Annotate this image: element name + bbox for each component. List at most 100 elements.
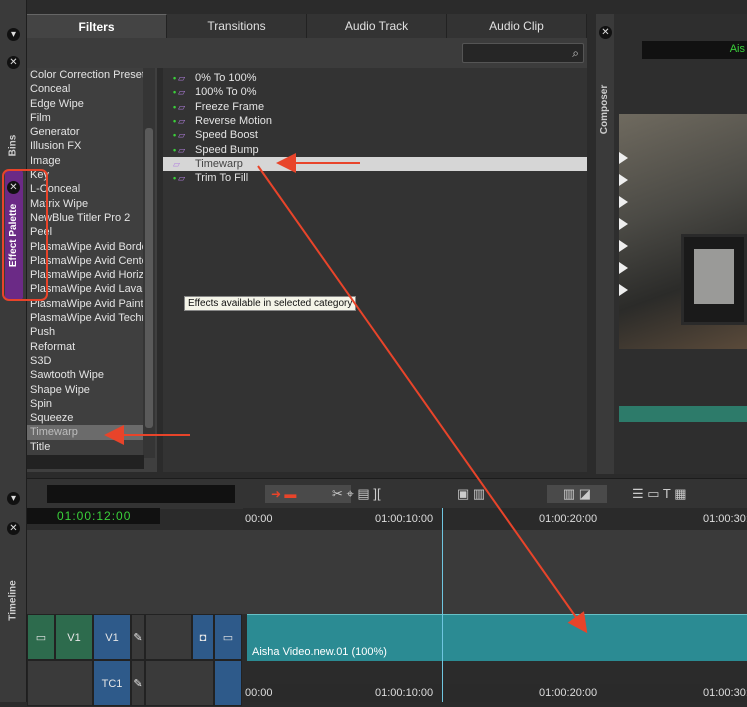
track-spacer: [27, 660, 93, 706]
source-track-v1[interactable]: V1: [55, 614, 93, 660]
ruler-label: 01:00:20:00: [539, 687, 598, 699]
category-scroll-thumb[interactable]: [145, 128, 153, 428]
marker-icon: [619, 218, 628, 230]
category-item[interactable]: Peel: [27, 225, 144, 239]
tab-audio-track[interactable]: Audio Track: [307, 14, 447, 38]
pencil-icon[interactable]: ✎: [131, 614, 145, 660]
category-item[interactable]: Edge Wipe: [27, 97, 144, 111]
pencil-icon[interactable]: ✎: [131, 660, 145, 706]
effect-item[interactable]: • ▱ Speed Boost: [163, 128, 587, 142]
timecode-track-ruler: 00:00 01:00:10:00 01:00:20:00 01:00:30:: [243, 684, 747, 702]
ruler-label: 01:00:20:00: [539, 513, 598, 525]
category-item[interactable]: Conceal: [27, 82, 144, 96]
effect-icon: • ▱: [173, 101, 186, 112]
category-item[interactable]: PlasmaWipe Avid Borde: [27, 240, 144, 254]
effect-label: 100% To 0%: [195, 86, 257, 99]
audio-meter: [47, 485, 235, 503]
effects-list[interactable]: • ▱ 0% To 100% • ▱ 100% To 0% • ▱ Freeze Frame • ▱…: [163, 68, 587, 472]
category-item[interactable]: NewBlue Titler Pro 2: [27, 211, 144, 225]
settings-tools[interactable]: ☰ ▭ T ▦: [632, 485, 742, 503]
category-item[interactable]: Film: [27, 111, 144, 125]
ruler-label: 01:00:30:: [703, 687, 747, 699]
effect-item[interactable]: • ▱ Reverse Motion: [163, 114, 587, 128]
timeline-clip[interactable]: Aisha Video.new.01 (100%): [247, 614, 747, 661]
category-item[interactable]: PlasmaWipe Avid Cente: [27, 254, 144, 268]
category-item[interactable]: Matrix Wipe: [27, 197, 144, 211]
effect-item[interactable]: • ▱ Trim To Fill: [163, 171, 587, 185]
category-list[interactable]: Color Correction Preset ▲ConcealEdge Wip…: [27, 68, 157, 472]
category-item[interactable]: PlasmaWipe Avid Lava: [27, 282, 144, 296]
effect-icon: • ▱: [173, 87, 186, 98]
marker-icon: [619, 174, 628, 186]
search-icon[interactable]: ⌕: [572, 46, 579, 61]
category-item[interactable]: PlasmaWipe Avid Paint: [27, 297, 144, 311]
category-item[interactable]: Spin: [27, 397, 144, 411]
category-item[interactable]: Key: [27, 168, 144, 182]
effect-label: Reverse Motion: [195, 114, 273, 127]
timecode-track-tc1[interactable]: TC1: [93, 660, 131, 706]
effect-icon: • ▱: [173, 130, 186, 141]
track-spacer: [145, 660, 214, 706]
record-track-v1[interactable]: V1: [93, 614, 131, 660]
effect-item[interactable]: • ▱ Speed Bump: [163, 143, 587, 157]
close-bins-icon[interactable]: ✕: [7, 56, 20, 69]
category-item[interactable]: Shape Wipe: [27, 383, 144, 397]
marker-icon: [619, 196, 628, 208]
category-item[interactable]: Color Correction Preset ▲: [27, 68, 144, 82]
category-item[interactable]: Generator: [27, 125, 144, 139]
close-timeline-icon[interactable]: ✕: [7, 522, 20, 535]
tooltip: Effects available in selected category: [184, 296, 357, 311]
video-monitor-icon[interactable]: ▭: [214, 614, 242, 660]
timeline-ruler[interactable]: 00:00 01:00:10:00 01:00:20:00 01:00:30:: [243, 508, 747, 530]
category-item[interactable]: Reformat: [27, 340, 144, 354]
effect-label: Freeze Frame: [195, 100, 265, 113]
segment-tools[interactable]: ▣ ▥: [457, 485, 527, 503]
category-item[interactable]: Title: [27, 440, 144, 454]
category-item[interactable]: PlasmaWipe Avid Techr: [27, 311, 144, 325]
category-item[interactable]: Image: [27, 154, 144, 168]
category-item[interactable]: Sawtooth Wipe: [27, 368, 144, 382]
playhead[interactable]: [442, 508, 443, 702]
edit-tools[interactable]: ✂ ⌖ ▤ ][: [332, 485, 472, 503]
position-bar[interactable]: [619, 406, 747, 422]
tab-timeline[interactable]: Timeline: [4, 570, 22, 630]
category-item[interactable]: PlasmaWipe Avid Horiz: [27, 268, 144, 282]
effect-icon: • ▱: [173, 115, 186, 126]
effect-item[interactable]: • ▱ Freeze Frame: [163, 100, 587, 114]
tab-transitions[interactable]: Transitions: [167, 14, 307, 38]
tab-bins[interactable]: Bins: [4, 120, 22, 170]
tab-filters[interactable]: Filters: [27, 14, 167, 38]
category-scrollbar[interactable]: [143, 68, 155, 458]
effect-icon: • ▱: [173, 73, 186, 83]
timeline-toolbar: ➜ ▬ ✂ ⌖ ▤ ][ ▣ ▥ ▥ ◪ ☰ ▭ T ▦: [27, 478, 747, 509]
tab-audio-clip[interactable]: Audio Clip: [447, 14, 587, 38]
category-item[interactable]: L-Conceal: [27, 182, 144, 196]
marker-icon: [619, 240, 628, 252]
panel-menu-icon[interactable]: ▾: [7, 28, 20, 41]
category-item[interactable]: Timewarp: [27, 425, 144, 440]
effect-item[interactable]: • ▱ 100% To 0%: [163, 85, 587, 99]
timecode-display[interactable]: 01:00:12:00: [27, 508, 160, 524]
timeline-track-area: [27, 530, 747, 614]
effect-item[interactable]: ▱ Timewarp: [163, 156, 587, 172]
tab-composer[interactable]: Composer: [596, 74, 614, 144]
search-row: ⌕: [27, 38, 587, 68]
effect-mode-button[interactable]: ▥ ◪: [547, 485, 607, 503]
ruler-label: 01:00:10:00: [375, 687, 434, 699]
left-tab-strip: ▾ ✕ Bins Effect Palette ✕ ▾ ✕ Timeline: [0, 0, 27, 702]
close-effect-palette-icon[interactable]: ✕: [7, 181, 20, 194]
category-item[interactable]: Illusion FX: [27, 139, 144, 153]
close-composer-icon[interactable]: ✕: [599, 26, 612, 39]
search-input[interactable]: ⌕: [462, 43, 584, 63]
category-item[interactable]: Push: [27, 325, 144, 339]
track-spacer: [145, 614, 192, 660]
marker-icon: [619, 152, 628, 164]
track-monitor-button[interactable]: ▭: [27, 614, 55, 660]
timeline-menu-icon[interactable]: ▾: [7, 492, 20, 505]
category-item[interactable]: S3D: [27, 354, 144, 368]
lock-icon[interactable]: ◘: [192, 614, 214, 660]
effect-item[interactable]: • ▱ 0% To 100%: [163, 71, 587, 85]
category-item[interactable]: Squeeze: [27, 411, 144, 425]
ruler-label: 01:00:30:: [703, 513, 747, 525]
category-horizontal-scrollbar[interactable]: [27, 455, 144, 469]
